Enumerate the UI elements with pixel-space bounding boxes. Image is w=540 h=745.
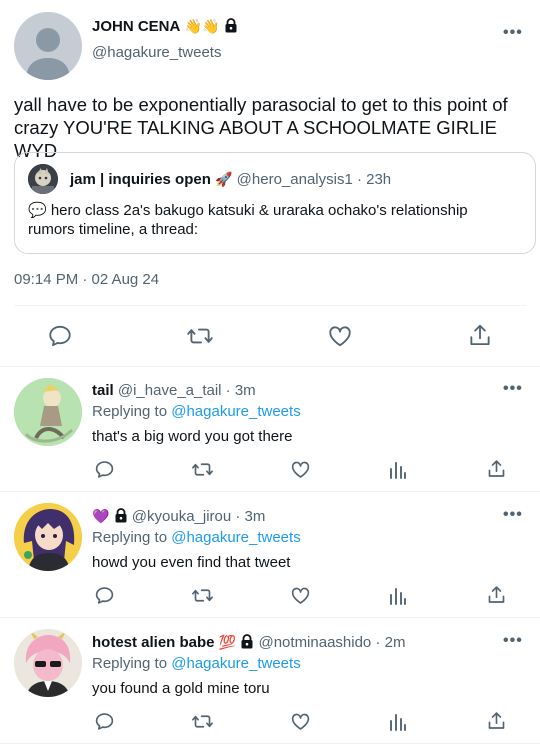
author-handle[interactable]: @hagakure_tweets [92, 44, 221, 61]
reply-display-name[interactable]: hotest alien babe [92, 634, 215, 651]
hundred-emoji: 💯 [218, 634, 237, 650]
replying-to-handle[interactable]: @hagakure_tweets [171, 403, 300, 420]
divider [0, 743, 540, 744]
divider [0, 617, 540, 618]
views-icon[interactable] [389, 586, 407, 605]
reply-header: hotest alien babe 💯 @notminaashido · 2m [92, 634, 405, 651]
replying-to: Replying to @hagakure_tweets [92, 529, 301, 546]
divider [0, 491, 540, 492]
replying-to-handle[interactable]: @hagakure_tweets [171, 529, 300, 546]
share-icon[interactable] [486, 584, 507, 606]
reply-text: you found a gold mine toru [92, 680, 270, 697]
replying-to: Replying to @hagakure_tweets [92, 403, 301, 420]
reply-avatar[interactable] [14, 378, 82, 446]
reply-display-name[interactable]: tail [92, 382, 114, 399]
quote-display-name[interactable]: jam | inquiries open [70, 171, 211, 188]
like-icon[interactable] [290, 585, 311, 606]
more-icon[interactable]: ••• [503, 24, 523, 42]
quote-text: 💬 hero class 2a's bakugo katsuki & urara… [28, 202, 468, 238]
like-icon[interactable] [327, 323, 353, 349]
divider [14, 305, 526, 306]
reply-icon[interactable] [94, 585, 115, 606]
avatar-default[interactable] [14, 12, 82, 80]
reply-display-name[interactable]: 💜 [92, 508, 109, 524]
divider [0, 366, 540, 367]
quote-tweet[interactable]: jam | inquiries open 🚀 @hero_analysis1 ·… [14, 152, 536, 254]
share-icon[interactable] [486, 458, 507, 480]
replying-to-label: Replying to [92, 655, 168, 672]
lock-icon [240, 634, 254, 649]
views-icon[interactable] [389, 712, 407, 731]
retweet-icon[interactable] [191, 585, 214, 606]
reply-icon[interactable] [94, 711, 115, 732]
like-icon[interactable] [290, 711, 311, 732]
reply-header: 💜 @kyouka_jirou · 3m [92, 508, 265, 525]
replying-to-label: Replying to [92, 403, 168, 420]
reply-handle-time[interactable]: @i_have_a_tail · 3m [118, 382, 256, 399]
reply-avatar[interactable] [14, 629, 82, 697]
reply-handle-time[interactable]: @kyouka_jirou · 3m [132, 508, 266, 525]
replying-to: Replying to @hagakure_tweets [92, 655, 301, 672]
like-icon[interactable] [290, 459, 311, 480]
replying-to-handle[interactable]: @hagakure_tweets [171, 655, 300, 672]
more-icon[interactable]: ••• [503, 506, 523, 524]
reply-handle-time[interactable]: @notminaashido · 2m [258, 634, 405, 651]
reply-icon[interactable] [94, 459, 115, 480]
author-display-name[interactable]: JOHN CENA [92, 18, 180, 35]
rocket-emoji: 🚀 [215, 171, 233, 187]
quote-handle-time[interactable]: @hero_analysis1 · 23h [237, 171, 391, 188]
reply-avatar[interactable] [14, 503, 82, 571]
reply-text: that's a big word you got there [92, 428, 293, 445]
retweet-icon[interactable] [186, 323, 214, 349]
tweet-timestamp[interactable]: 09:14 PM · 02 Aug 24 [14, 271, 159, 288]
retweet-icon[interactable] [191, 459, 214, 480]
share-icon[interactable] [486, 710, 507, 732]
more-icon[interactable]: ••• [503, 632, 523, 650]
replying-to-label: Replying to [92, 529, 168, 546]
reply-icon[interactable] [47, 323, 73, 349]
reply-header: tail @i_have_a_tail · 3m [92, 382, 256, 399]
more-icon[interactable]: ••• [503, 380, 523, 398]
views-icon[interactable] [389, 460, 407, 479]
share-icon[interactable] [467, 322, 493, 349]
lock-icon [114, 508, 128, 523]
author-name-row: JOHN CENA 👋👋 [92, 18, 238, 35]
lock-icon [224, 18, 238, 33]
author-name-emoji: 👋👋 [184, 18, 220, 34]
reply-text: howd you even find that tweet [92, 554, 291, 571]
quote-avatar[interactable] [28, 164, 58, 194]
quote-header: jam | inquiries open 🚀 @hero_analysis1 ·… [70, 171, 391, 188]
retweet-icon[interactable] [191, 711, 214, 732]
